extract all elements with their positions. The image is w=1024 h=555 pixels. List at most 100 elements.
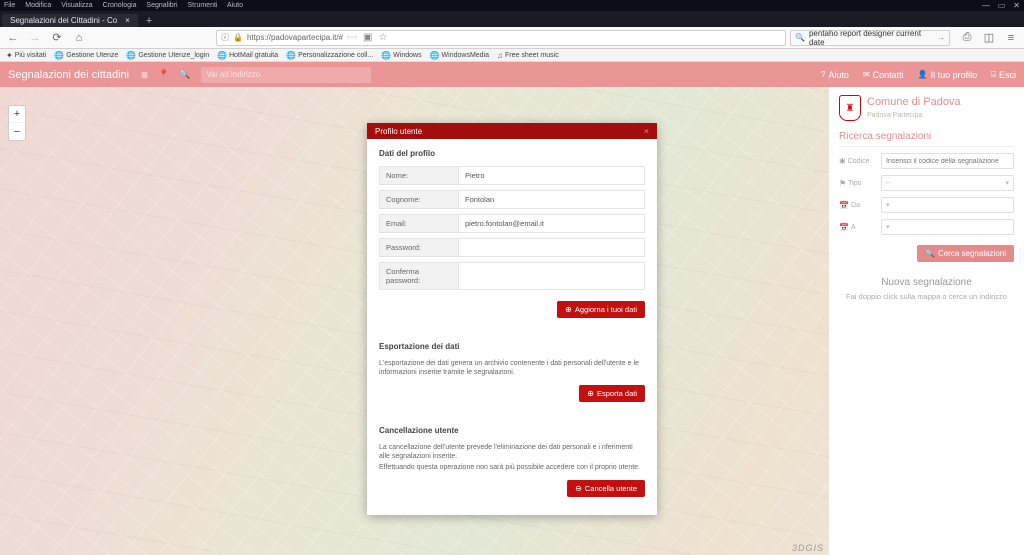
- code-icon: ✱: [839, 157, 846, 166]
- browser-tab[interactable]: Segnalazioni dei Cittadini - Co ×: [2, 14, 138, 27]
- bookmark-windowsmedia[interactable]: 🌐WindowsMedia: [430, 51, 489, 60]
- browser-menu[interactable]: File Modifica Visualizza Cronologia Segn…: [4, 2, 251, 9]
- profile-link[interactable]: 👤Il tuo profilo: [918, 70, 978, 80]
- menu-edit[interactable]: Modifica: [25, 2, 51, 9]
- menu-tools[interactable]: Strumenti: [188, 2, 218, 9]
- zoom-in-button[interactable]: +: [9, 106, 25, 123]
- conferma-label: Conferma password:: [379, 262, 459, 290]
- bookmark-utenze[interactable]: 🌐Gestione Utenze: [54, 51, 118, 60]
- update-profile-button[interactable]: ⊕Aggiorna i tuoi dati: [557, 301, 645, 318]
- logout-icon: ⍈: [991, 70, 996, 80]
- address-input[interactable]: [201, 67, 371, 83]
- bookmark-most-visited[interactable]: ✦Più visitati: [6, 51, 46, 60]
- dialog-header[interactable]: Profilo utente ×: [367, 123, 657, 139]
- bookmark-windows[interactable]: 🌐Windows: [381, 51, 421, 60]
- calendar-icon: 📅: [839, 201, 849, 210]
- a-label: 📅A: [839, 223, 877, 232]
- conferma-input[interactable]: [459, 262, 645, 290]
- browser-search-field[interactable]: 🔍 pentaho report designer current date →: [790, 30, 950, 46]
- bookmarks-bar: ✦Più visitati 🌐Gestione Utenze 🌐Gestione…: [0, 49, 1024, 62]
- zoom-out-button[interactable]: −: [9, 123, 25, 140]
- tab-title: Segnalazioni dei Cittadini - Co: [10, 16, 117, 25]
- email-input[interactable]: pietro.fontolan@email.it: [459, 214, 645, 233]
- export-description: L'esportazione dei dati genera un archiv…: [379, 359, 645, 377]
- hamburger-icon[interactable]: ≡: [1002, 29, 1020, 47]
- maximize-icon[interactable]: ▭: [998, 1, 1006, 10]
- da-label: 📅Da: [839, 201, 877, 210]
- library-icon[interactable]: ⎙: [958, 29, 976, 47]
- window-controls: — ▭ ✕: [976, 1, 1020, 10]
- tipo-select[interactable]: --: [881, 175, 1014, 191]
- search-button[interactable]: 🔍Cerca segnalazioni: [917, 245, 1014, 262]
- menu-file[interactable]: File: [4, 2, 15, 9]
- a-date-input[interactable]: [881, 219, 1014, 235]
- new-tab-button[interactable]: +: [138, 15, 160, 27]
- search-value: pentaho report designer current date: [809, 29, 933, 47]
- new-report-title: Nuova segnalazione: [839, 277, 1014, 288]
- window-titlebar: File Modifica Visualizza Cronologia Segn…: [0, 0, 1024, 11]
- forward-button[interactable]: →: [26, 29, 44, 47]
- back-button[interactable]: ←: [4, 29, 22, 47]
- reader-icon[interactable]: ▣: [363, 32, 372, 43]
- address-search-icon[interactable]: 🔍: [179, 69, 190, 80]
- url-field[interactable]: ⓘ 🔒 https://padovapartecipa.it/# ⋯ ▣ ☆: [216, 30, 786, 46]
- sidebar-icon[interactable]: ◫: [980, 29, 998, 47]
- export-section-title: Esportazione dei dati: [379, 342, 645, 351]
- close-icon[interactable]: ×: [644, 126, 649, 136]
- email-label: Email:: [379, 214, 459, 233]
- menu-view[interactable]: Visualizza: [61, 2, 92, 9]
- delete-user-button[interactable]: ⊖Cancella utente: [567, 480, 645, 497]
- url-text: https://padovapartecipa.it/#: [247, 33, 343, 42]
- city-crest-icon: ♜: [839, 95, 861, 121]
- map-attribution: 3DGIS: [792, 543, 824, 553]
- bookmark-personalizzazione[interactable]: 🌐Personalizzazione coll...: [286, 51, 373, 60]
- info-icon[interactable]: ⓘ: [221, 32, 229, 43]
- menu-help[interactable]: Aiuto: [227, 2, 243, 9]
- brand-name: Comune di Padova: [867, 96, 961, 108]
- tipo-label: ⚑Tipo: [839, 179, 877, 188]
- app-title: Segnalazioni dei cittadini: [8, 69, 129, 81]
- menu-bookmarks[interactable]: Segnalibri: [146, 2, 177, 9]
- close-window-icon[interactable]: ✕: [1013, 1, 1020, 10]
- delete-description-2: Effettuando questa operazione non sarà p…: [379, 463, 645, 472]
- zoom-control: + −: [8, 105, 26, 141]
- bookmark-hotmail[interactable]: 🌐HotMail gratuita: [217, 51, 278, 60]
- tab-close-icon[interactable]: ×: [125, 16, 130, 25]
- delete-section-title: Cancellazione utente: [379, 426, 645, 435]
- cognome-label: Cognome:: [379, 190, 459, 209]
- bookmark-sheetmusic[interactable]: ♫Free sheet music: [497, 51, 559, 60]
- profile-dialog: Profilo utente × Dati del profilo Nome:P…: [367, 123, 657, 515]
- star-icon[interactable]: ☆: [378, 32, 387, 43]
- da-date-input[interactable]: [881, 197, 1014, 213]
- export-data-button[interactable]: ⊕Esporta dati: [579, 385, 645, 402]
- marker-icon[interactable]: 📍: [158, 69, 169, 80]
- codice-input[interactable]: [881, 153, 1014, 169]
- search-title: Ricerca segnalazioni: [839, 131, 1014, 147]
- calendar-icon: 📅: [839, 223, 849, 232]
- delete-description-1: La cancellazione dell'utente prevede l'e…: [379, 443, 645, 461]
- search-icon: 🔍: [795, 33, 805, 42]
- menu-history[interactable]: Cronologia: [103, 2, 137, 9]
- map-stage: + − 3DGIS ♜ Comune di Padova Padova Part…: [0, 87, 1024, 555]
- contacts-link[interactable]: ✉Contatti: [863, 70, 904, 80]
- new-report-hint: Nuova segnalazione Fai doppio click sull…: [839, 277, 1014, 301]
- help-link[interactable]: ?Aiuto: [821, 70, 849, 80]
- codice-label: ✱Codice: [839, 157, 877, 166]
- logout-link[interactable]: ⍈Esci: [991, 70, 1016, 80]
- refresh-icon: ⊕: [565, 305, 572, 314]
- new-report-sub: Fai doppio click sulla mappa o cerca un …: [839, 292, 1014, 301]
- cognome-input[interactable]: Fontolan: [459, 190, 645, 209]
- nome-input[interactable]: Pietro: [459, 166, 645, 185]
- minimize-icon[interactable]: —: [982, 1, 990, 10]
- search-icon: 🔍: [925, 249, 935, 258]
- download-icon: ⊕: [587, 389, 594, 398]
- delete-icon: ⊖: [575, 484, 582, 493]
- password-input[interactable]: [459, 238, 645, 257]
- menu-toggle-icon[interactable]: ≡: [141, 68, 148, 82]
- bookmark-utenze-login[interactable]: 🌐Gestione Utenze_login: [126, 51, 209, 60]
- reload-button[interactable]: ⟳: [48, 29, 66, 47]
- search-go-icon[interactable]: →: [937, 33, 945, 42]
- browser-tabstrip: Segnalazioni dei Cittadini - Co × +: [0, 11, 1024, 27]
- more-icon[interactable]: ⋯: [347, 32, 357, 43]
- home-button[interactable]: ⌂: [70, 29, 88, 47]
